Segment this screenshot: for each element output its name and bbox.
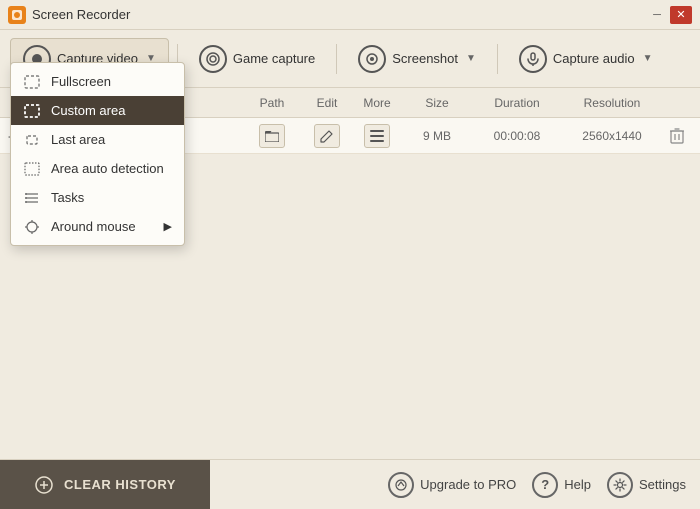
app-icon <box>8 6 26 24</box>
game-capture-icon <box>199 45 227 73</box>
around-mouse-arrow-icon: ▶ <box>164 220 172 233</box>
title-bar: Screen Recorder ─ ✕ <box>0 0 700 30</box>
bottom-right: Upgrade to PRO ? Help Settings <box>388 472 700 498</box>
last-area-icon <box>23 133 41 147</box>
separator-3 <box>497 44 498 74</box>
menu-item-area-auto[interactable]: Area auto detection <box>11 154 184 183</box>
col-path-header: Path <box>242 96 302 110</box>
screenshot-icon <box>358 45 386 73</box>
capture-audio-label: Capture audio <box>553 51 635 66</box>
tasks-icon <box>23 191 41 205</box>
capture-audio-arrow: ▼ <box>643 53 653 64</box>
menu-item-custom-area[interactable]: Custom area <box>11 96 184 125</box>
window-title: Screen Recorder <box>32 7 130 22</box>
help-icon: ? <box>532 472 558 498</box>
edit-button[interactable] <box>314 124 340 148</box>
around-mouse-icon <box>23 220 41 234</box>
col-path-cell <box>242 124 302 148</box>
game-capture-label: Game capture <box>233 51 315 66</box>
clear-history-label: CLEAR HISTORY <box>64 477 176 492</box>
upgrade-action[interactable]: Upgrade to PRO <box>388 472 516 498</box>
col-resolution-header: Resolution <box>562 96 662 110</box>
game-capture-button[interactable]: Game capture <box>186 38 328 80</box>
menu-item-fullscreen-label: Fullscreen <box>51 74 111 89</box>
area-auto-icon <box>23 162 41 176</box>
clear-history-button[interactable]: CLEAR HISTORY <box>0 460 210 509</box>
settings-label: Settings <box>639 477 686 492</box>
col-duration-cell: 00:00:08 <box>472 129 562 143</box>
screenshot-arrow: ▼ <box>466 53 476 64</box>
menu-item-area-auto-label: Area auto detection <box>51 161 164 176</box>
help-action[interactable]: ? Help <box>532 472 591 498</box>
capture-audio-icon <box>519 45 547 73</box>
menu-item-tasks[interactable]: Tasks <box>11 183 184 212</box>
bottom-bar: CLEAR HISTORY Upgrade to PRO ? Help <box>0 459 700 509</box>
screenshot-label: Screenshot <box>392 51 458 66</box>
col-edit-cell <box>302 124 352 148</box>
dropdown-menu: Fullscreen Custom area Last area Area au… <box>10 62 185 246</box>
clear-history-icon <box>34 475 54 495</box>
settings-action[interactable]: Settings <box>607 472 686 498</box>
fullscreen-icon <box>23 75 41 89</box>
screenshot-button[interactable]: Screenshot ▼ <box>345 38 489 80</box>
path-button[interactable] <box>259 124 285 148</box>
capture-audio-button[interactable]: Capture audio ▼ <box>506 38 666 80</box>
settings-icon <box>607 472 633 498</box>
col-size-header: Size <box>402 96 472 110</box>
delete-button[interactable] <box>664 124 690 148</box>
minimize-button[interactable]: ─ <box>646 6 668 24</box>
title-bar-left: Screen Recorder <box>8 6 130 24</box>
menu-item-around-mouse-label: Around mouse <box>51 219 136 234</box>
col-more-header: More <box>352 96 402 110</box>
col-resolution-cell: 2560x1440 <box>562 129 662 143</box>
upgrade-icon <box>388 472 414 498</box>
col-edit-header: Edit <box>302 96 352 110</box>
col-more-cell <box>352 124 402 148</box>
col-del-cell <box>662 124 692 148</box>
close-button[interactable]: ✕ <box>670 6 692 24</box>
col-duration-header: Duration <box>472 96 562 110</box>
more-button[interactable] <box>364 124 390 148</box>
help-label: Help <box>564 477 591 492</box>
menu-item-last-area[interactable]: Last area <box>11 125 184 154</box>
title-bar-controls: ─ ✕ <box>646 6 692 24</box>
col-size-cell: 9 MB <box>402 129 472 143</box>
menu-item-around-mouse[interactable]: Around mouse ▶ <box>11 212 184 241</box>
menu-item-last-area-label: Last area <box>51 132 105 147</box>
menu-item-fullscreen[interactable]: Fullscreen <box>11 67 184 96</box>
menu-item-custom-area-label: Custom area <box>51 103 125 118</box>
separator-2 <box>336 44 337 74</box>
menu-item-tasks-label: Tasks <box>51 190 84 205</box>
upgrade-label: Upgrade to PRO <box>420 477 516 492</box>
custom-area-icon <box>23 104 41 118</box>
